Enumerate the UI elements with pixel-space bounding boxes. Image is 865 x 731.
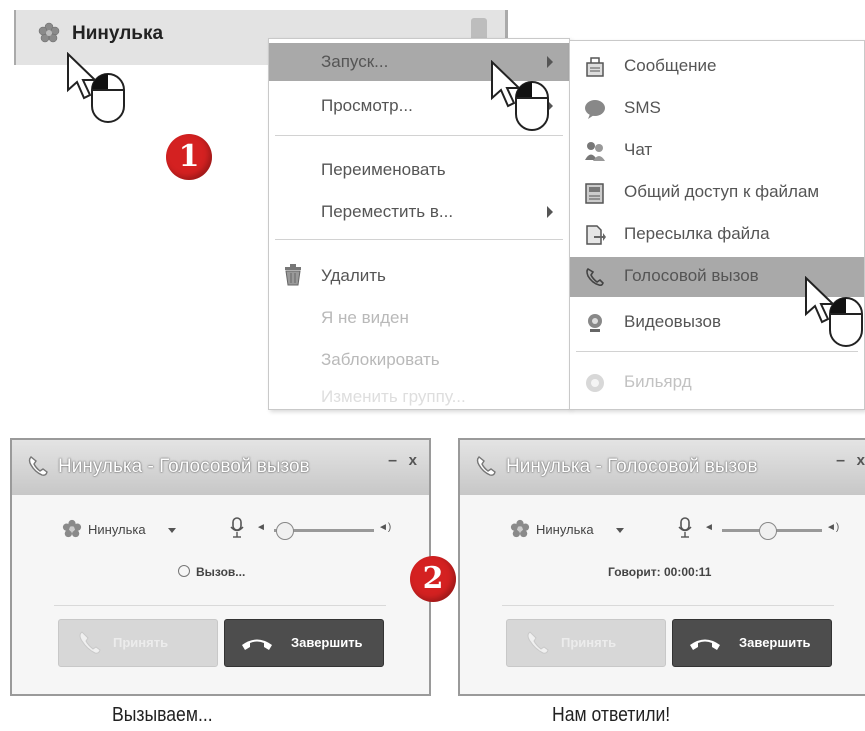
file-transfer-icon [586, 225, 606, 245]
step-badge-2: 2 [410, 556, 456, 602]
submenu-item-chat[interactable]: Чат [570, 131, 864, 171]
phone-answer-icon [79, 631, 101, 654]
contact-name: Нинулька [536, 522, 594, 537]
close-button[interactable]: x [857, 452, 865, 469]
phone-icon [476, 456, 496, 476]
phone-hangup-icon [690, 639, 720, 650]
billiards-icon [586, 374, 604, 392]
answer-button[interactable]: Принять [58, 619, 218, 667]
submenu-item-message[interactable]: Сообщение [570, 47, 864, 87]
window-title: Нинулька - Голосовой вызов [506, 456, 758, 477]
volume-low-icon: ◄ [256, 522, 266, 533]
mouse-cursor-icon [67, 52, 125, 123]
menu-item-delete[interactable]: Удалить [269, 257, 569, 295]
chat-icon [585, 142, 605, 161]
voice-call-window-connected: Нинулька - Голосовой вызов – x Нинулька … [458, 438, 865, 696]
call-window-body: Нинулька ◄ ◄) Говорит: 00:00:11 Принять … [460, 495, 865, 694]
caption-answered: Нам ответили! [552, 704, 671, 726]
divider [54, 605, 386, 606]
volume-slider-knob[interactable] [276, 522, 294, 540]
submenu-item-billiards[interactable]: Бильярд [570, 363, 864, 403]
window-title: Нинулька - Голосовой вызов [58, 456, 310, 477]
menu-item-invisible[interactable]: Я не виден [269, 299, 569, 337]
microphone-icon[interactable] [678, 517, 692, 539]
call-status: Говорит: 00:00:11 [608, 565, 712, 579]
message-icon [586, 57, 604, 77]
end-call-button[interactable]: Завершить [672, 619, 832, 667]
contact-name: Нинулька [88, 522, 146, 537]
submenu-item-file-transfer[interactable]: Пересылка файла [570, 215, 864, 255]
file-share-icon [585, 183, 604, 204]
menu-item-change-group[interactable]: Изменить группу... [269, 383, 569, 409]
voice-call-icon [586, 267, 604, 287]
minimize-button[interactable]: – [388, 452, 397, 470]
phone-hangup-icon [242, 639, 272, 650]
volume-slider[interactable] [274, 522, 374, 540]
spinner-icon [178, 565, 190, 577]
contact-name: Нинулька [72, 23, 164, 44]
chevron-down-icon[interactable] [616, 528, 624, 533]
video-call-icon [588, 314, 602, 332]
call-status: Вызов... [178, 565, 245, 579]
flower-status-icon [38, 22, 60, 43]
caption-calling: Вызываем... [112, 704, 213, 726]
volume-slider-knob[interactable] [759, 522, 777, 540]
microphone-icon[interactable] [230, 517, 244, 539]
trash-icon [285, 264, 301, 286]
call-window-body: Нинулька ◄ ◄) Вызов... Принять Завершить [12, 495, 429, 694]
submenu-arrow-icon [547, 206, 553, 218]
volume-high-icon: ◄) [378, 522, 392, 533]
mouse-cursor-icon [805, 276, 863, 347]
submenu-item-file-share[interactable]: Общий доступ к файлам [570, 173, 864, 213]
flower-status-icon [62, 519, 82, 538]
window-titlebar[interactable]: Нинулька - Голосовой вызов – x [460, 440, 865, 495]
menu-item-block[interactable]: Заблокировать [269, 341, 569, 379]
volume-slider[interactable] [722, 522, 822, 540]
phone-answer-icon [527, 631, 549, 654]
answer-button[interactable]: Принять [506, 619, 666, 667]
close-button[interactable]: x [409, 452, 417, 469]
window-titlebar[interactable]: Нинулька - Голосовой вызов – x [12, 440, 429, 495]
chevron-down-icon[interactable] [168, 528, 176, 533]
submenu-item-sms[interactable]: SMS [570, 89, 864, 129]
flower-status-icon [510, 519, 530, 538]
volume-high-icon: ◄) [826, 522, 840, 533]
menu-separator [275, 239, 563, 240]
end-call-button[interactable]: Завершить [224, 619, 384, 667]
minimize-button[interactable]: – [836, 452, 845, 470]
menu-item-rename[interactable]: Переименовать [269, 151, 569, 189]
step-badge-1: 1 [166, 134, 212, 180]
phone-icon [28, 456, 48, 476]
mouse-cursor-icon [491, 60, 549, 131]
menu-item-move-to[interactable]: Переместить в... [269, 193, 569, 231]
voice-call-window-calling: Нинулька - Голосовой вызов – x Нинулька … [10, 438, 431, 696]
divider [502, 605, 834, 606]
sms-icon [585, 100, 605, 119]
volume-low-icon: ◄ [704, 522, 714, 533]
